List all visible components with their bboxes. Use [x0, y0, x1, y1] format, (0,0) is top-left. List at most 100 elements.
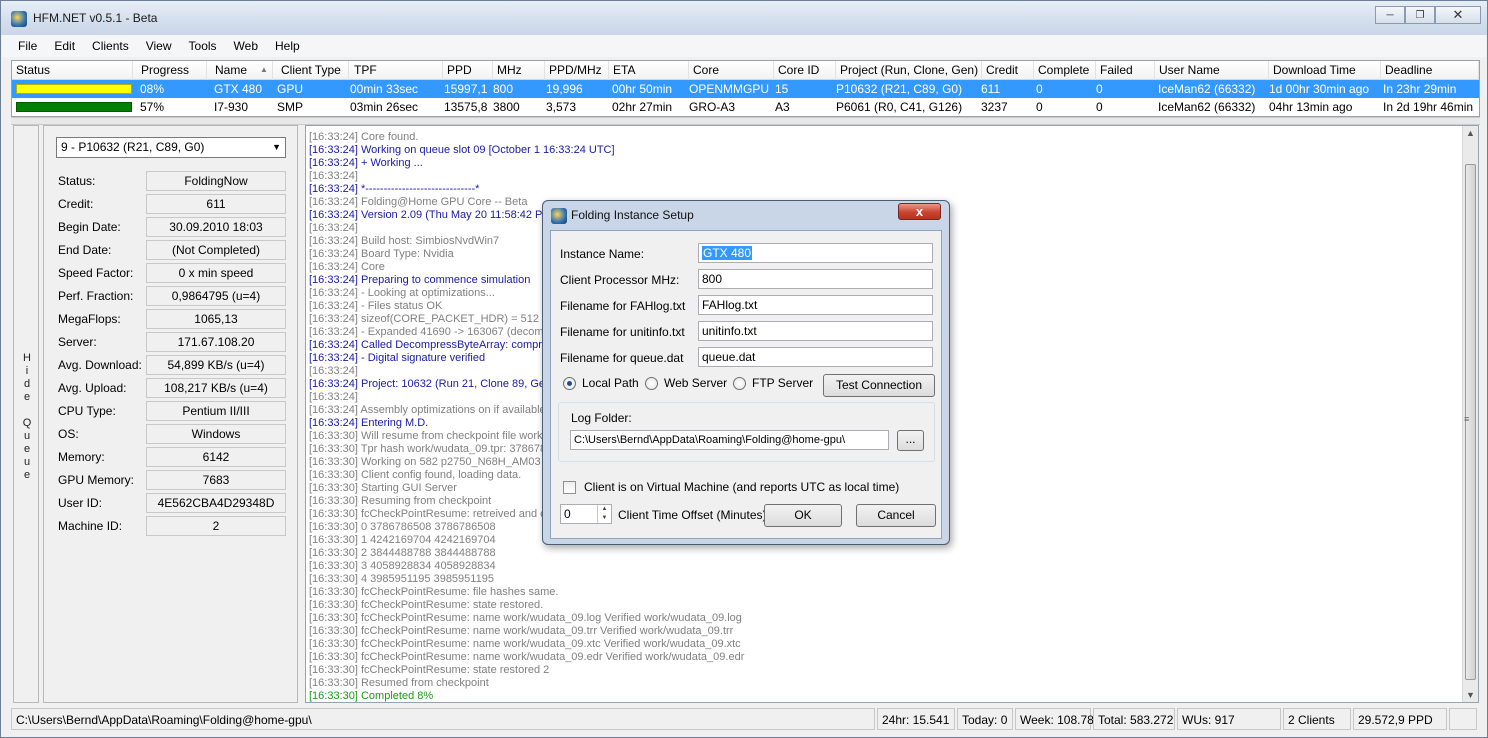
caption-buttons: ─ ❐ ✕ — [1375, 6, 1481, 24]
menu-view[interactable]: View — [146, 39, 172, 53]
queue-field-value: 7683 — [146, 470, 286, 490]
log-vertical-scrollbar[interactable]: ▲ ≡ ▼ — [1462, 126, 1478, 702]
ok-button[interactable]: OK — [764, 504, 842, 527]
queue-field-row: End Date: (Not Completed) — [58, 240, 288, 260]
queue-field-value: (Not Completed) — [146, 240, 286, 260]
col-user-name[interactable]: User Name — [1155, 61, 1269, 80]
queue-field-value: 4E562CBA4D29348D — [146, 493, 286, 513]
queue-input[interactable]: queue.dat — [698, 347, 933, 367]
cancel-button[interactable]: Cancel — [856, 504, 936, 527]
unitinfo-input[interactable]: unitinfo.txt — [698, 321, 933, 341]
menu-file[interactable]: File — [18, 39, 37, 53]
queue-field-value: Windows — [146, 424, 286, 444]
log-line: [16:33:24] — [309, 170, 358, 182]
log-line: [16:33:30] fcCheckPointResume: state res… — [309, 664, 550, 676]
scroll-grip-icon: ≡ — [1464, 414, 1470, 424]
log-line: [16:33:24] + Working ... — [309, 157, 423, 169]
main-window: HFM.NET v0.5.1 - Beta ─ ❐ ✕ File Edit Cl… — [0, 0, 1488, 738]
menu-web[interactable]: Web — [234, 39, 258, 53]
status-week: Week: 108.786 — [1015, 708, 1101, 730]
col-download-time[interactable]: Download Time — [1269, 61, 1381, 80]
client-row-gtx480[interactable]: 08% GTX 480 GPU 00min 33sec 15997,1 800 … — [12, 80, 1479, 98]
radio-local-label: Local Path — [582, 376, 639, 390]
fahlog-input[interactable]: FAHlog.txt — [698, 295, 933, 315]
queue-field-row: Server: 171.67.108.20 — [58, 332, 288, 352]
log-folder-input[interactable]: C:\Users\Bernd\AppData\Roaming\Folding@h… — [570, 430, 889, 450]
app-icon — [11, 11, 27, 27]
queue-field-label: Server: — [58, 335, 97, 349]
queue-field-label: Status: — [58, 174, 96, 188]
cell-core-id: A3 — [775, 100, 790, 114]
title-bar[interactable]: HFM.NET v0.5.1 - Beta ─ ❐ ✕ — [1, 1, 1487, 35]
time-offset-stepper[interactable]: 0 ▲ ▼ — [560, 504, 612, 524]
dialog-close-button[interactable]: x — [898, 203, 941, 220]
stepper-arrows-icon[interactable]: ▲ ▼ — [597, 505, 611, 523]
col-failed[interactable]: Failed — [1096, 61, 1155, 80]
cell-tpf: 00min 33sec — [350, 82, 419, 96]
queue-field-row: Avg. Download: 54,899 KB/s (u=4) — [58, 355, 288, 375]
instance-name-value: GTX 480 — [702, 246, 753, 260]
cell-deadline: In 2d 19hr 46min — [1383, 100, 1474, 114]
cell-core: OPENMMGPU — [689, 82, 770, 96]
cell-ppd: 13575,8 — [444, 100, 488, 114]
dialog-body: Instance Name: GTX 480 Client Processor … — [550, 230, 942, 539]
col-complete[interactable]: Complete — [1034, 61, 1096, 80]
cell-tpf: 03min 26sec — [350, 100, 419, 114]
queue-field-row: Memory: 6142 — [58, 447, 288, 467]
menu-help[interactable]: Help — [275, 39, 300, 53]
restore-icon: ❐ — [1415, 9, 1425, 21]
queue-field-value: 1065,13 — [146, 309, 286, 329]
queue-field-label: End Date: — [58, 243, 112, 257]
instance-name-input[interactable]: GTX 480 — [698, 243, 933, 263]
col-core[interactable]: Core — [689, 61, 774, 80]
dialog-title: Folding Instance Setup — [571, 208, 694, 222]
queue-field-value: 0 x min speed — [146, 263, 286, 283]
col-deadline[interactable]: Deadline — [1381, 61, 1479, 80]
scroll-up-icon[interactable]: ▲ — [1466, 128, 1475, 138]
status-indicator — [16, 84, 132, 94]
maximize-button[interactable]: ❐ — [1405, 6, 1435, 24]
radio-local-path[interactable]: Local Path — [563, 376, 639, 390]
horizontal-splitter[interactable] — [11, 117, 1480, 125]
menu-clients[interactable]: Clients — [92, 39, 129, 53]
close-button[interactable]: ✕ — [1435, 6, 1481, 24]
col-client-type[interactable]: Client Type — [277, 61, 349, 80]
radio-ftp-server[interactable]: FTP Server — [733, 376, 813, 390]
cell-credit: 611 — [981, 82, 1001, 96]
hide-queue-button[interactable]: HideQueue — [13, 125, 39, 703]
col-eta[interactable]: ETA — [609, 61, 689, 80]
col-mhz[interactable]: MHz — [493, 61, 545, 80]
log-line: [16:33:30] 4 3985951195 3985951195 — [309, 573, 494, 585]
scroll-down-icon[interactable]: ▼ — [1466, 690, 1475, 700]
col-core-id[interactable]: Core ID — [774, 61, 836, 80]
queue-field-label: User ID: — [58, 496, 103, 510]
col-progress[interactable]: Progress — [137, 61, 207, 80]
queue-field-value: 611 — [146, 194, 286, 214]
col-credit[interactable]: Credit — [982, 61, 1034, 80]
log-line: [16:33:30] fcCheckPointResume: name work… — [309, 651, 745, 663]
queue-field-value: FoldingNow — [146, 171, 286, 191]
col-project[interactable]: Project (Run, Clone, Gen) — [836, 61, 982, 80]
test-connection-button[interactable]: Test Connection — [823, 374, 935, 397]
vm-checkbox[interactable] — [563, 480, 576, 494]
radio-selected-icon — [563, 376, 576, 390]
mhz-input[interactable]: 800 — [698, 269, 933, 289]
client-row-i7-930[interactable]: 57% I7-930 SMP 03min 26sec 13575,8 3800 … — [12, 98, 1479, 116]
log-line: [16:33:30] fcCheckPointResume: file hash… — [309, 586, 559, 598]
cell-complete: 0 — [1036, 100, 1043, 114]
browse-button[interactable]: ... — [897, 430, 924, 451]
menu-tools[interactable]: Tools — [189, 39, 217, 53]
radio-web-server[interactable]: Web Server — [645, 376, 727, 390]
cell-deadline: In 23hr 29min — [1383, 82, 1457, 96]
status-bar: C:\Users\Bernd\AppData\Roaming\Folding@h… — [11, 708, 1480, 732]
col-ppd[interactable]: PPD — [443, 61, 493, 80]
minimize-button[interactable]: ─ — [1375, 6, 1405, 24]
col-ppd-mhz[interactable]: PPD/MHz — [545, 61, 609, 80]
window-title: HFM.NET v0.5.1 - Beta — [33, 11, 158, 25]
menu-edit[interactable]: Edit — [54, 39, 75, 53]
col-status[interactable]: Status — [12, 61, 133, 80]
queue-entry-select[interactable]: 9 - P10632 (R21, C89, G0) ▼ — [56, 137, 286, 158]
col-tpf[interactable]: TPF — [350, 61, 443, 80]
vm-checkbox-row[interactable]: Client is on Virtual Machine (and report… — [563, 480, 899, 494]
queue-field-row: OS: Windows — [58, 424, 288, 444]
